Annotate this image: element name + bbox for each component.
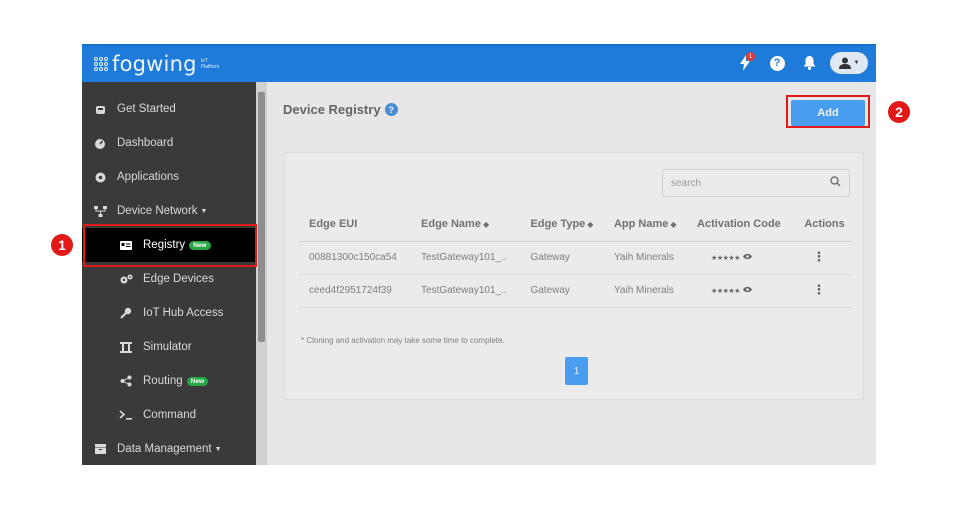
table-header-row: Edge EUI Edge Name ◆ Edge Type ◆ App Name ◆… bbox=[299, 207, 852, 242]
top-bar: fogwing IoT Platform 1 ? ▼ bbox=[82, 44, 876, 82]
cell-activation-code: ★★★★★ bbox=[687, 241, 795, 275]
annotation-marker-2: 2 bbox=[888, 101, 910, 123]
user-avatar-menu[interactable]: ▼ bbox=[830, 52, 868, 74]
sidebar: Get Started Dashboard Applications Devic… bbox=[82, 82, 256, 465]
key-icon bbox=[119, 306, 133, 320]
sidebar-item-command[interactable]: Command bbox=[82, 398, 256, 432]
dashboard-icon bbox=[93, 136, 107, 150]
masked-code: ★★★★★ bbox=[711, 255, 740, 262]
sidebar-item-iot-hub-access[interactable]: IoT Hub Access bbox=[82, 296, 256, 330]
chevron-down-icon: ▼ bbox=[853, 60, 860, 66]
logo-subtitle: IoT Platform bbox=[200, 58, 220, 70]
terminal-icon bbox=[119, 408, 133, 422]
id-card-icon bbox=[119, 238, 133, 252]
sidebar-item-label: Get Started bbox=[117, 103, 176, 115]
pagination-page-button[interactable]: 1 bbox=[565, 357, 588, 385]
column-header-edge-eui: Edge EUI bbox=[299, 207, 412, 242]
cell-edge-type: Gateway bbox=[520, 274, 604, 308]
sidebar-item-label: Command bbox=[143, 409, 197, 421]
bell-icon[interactable] bbox=[798, 52, 820, 74]
alerts-icon[interactable]: 1 bbox=[734, 52, 756, 74]
share-icon bbox=[119, 374, 133, 388]
cell-edge-type: Gateway bbox=[520, 241, 604, 275]
registry-card: Edge EUI Edge Name◆ Edge Type◆ App Name◆… bbox=[284, 152, 864, 400]
sidebar-item-edge-devices[interactable]: Edge Devices bbox=[82, 262, 256, 296]
registry-table: Edge EUI Edge Name ◆ Edge Type ◆ App Name ◆… bbox=[299, 207, 852, 308]
column-header-app-name[interactable]: App Name ◆ bbox=[603, 207, 688, 242]
cell-actions: ⋮ bbox=[794, 241, 852, 275]
network-icon bbox=[93, 204, 107, 218]
sidebar-item-get-started[interactable]: Get Started bbox=[82, 92, 256, 126]
new-badge: New bbox=[189, 240, 211, 250]
more-vertical-icon[interactable]: ⋮ bbox=[812, 283, 825, 296]
cell-edge-name: TestGateway101_.. bbox=[411, 274, 521, 308]
sidebar-item-registry[interactable]: Registry New bbox=[82, 228, 256, 262]
search-box bbox=[662, 169, 850, 197]
logo-text: fogwing bbox=[112, 52, 197, 76]
sidebar-item-simulator[interactable]: Simulator bbox=[82, 330, 256, 364]
page-title-text: Device Registry bbox=[283, 102, 381, 117]
cell-edge-name: TestGateway101_.. bbox=[411, 241, 521, 275]
column-header-activation-code: Activation Code bbox=[687, 207, 795, 242]
cell-app-name: Yaih Minerals bbox=[603, 241, 688, 275]
table-row[interactable]: 00881300c150ca54 TestGateway101_.. Gatew… bbox=[299, 241, 852, 275]
eye-icon[interactable] bbox=[742, 252, 752, 263]
sidebar-item-label: Applications bbox=[117, 171, 180, 183]
sidebar-item-data-management[interactable]: Data Management ▼ bbox=[82, 432, 256, 465]
caret-down-icon: ▼ bbox=[214, 445, 222, 453]
applications-icon bbox=[93, 170, 107, 184]
gears-icon bbox=[119, 272, 133, 286]
sort-icon[interactable]: ◆ bbox=[483, 220, 489, 229]
header-actions: 1 ? ▼ bbox=[734, 52, 868, 74]
help-icon[interactable]: ? bbox=[766, 52, 788, 74]
sidebar-item-label: Dashboard bbox=[117, 137, 174, 149]
user-icon bbox=[838, 57, 851, 69]
sidebar-item-label: IoT Hub Access bbox=[143, 307, 224, 319]
sidebar-item-routing[interactable]: Routing New bbox=[82, 364, 256, 398]
page-title: Device Registry ? bbox=[283, 102, 398, 117]
masked-code: ★★★★★ bbox=[711, 288, 740, 295]
sidebar-item-label: Routing bbox=[143, 375, 183, 387]
sidebar-item-device-network[interactable]: Device Network ▼ bbox=[82, 194, 256, 228]
cell-app-name: Yaih Minerals bbox=[603, 274, 688, 308]
search-input[interactable] bbox=[671, 177, 830, 189]
table-row[interactable]: ceed4f2951724f39 TestGateway101_.. Gatew… bbox=[299, 274, 852, 308]
main-content: Device Registry ? Add Edge EUI Edge Name… bbox=[267, 82, 876, 465]
new-badge: New bbox=[186, 376, 209, 386]
cell-activation-code: ★★★★★ bbox=[687, 274, 795, 308]
column-header-actions: Actions bbox=[794, 207, 852, 242]
annotation-marker-1: 1 bbox=[51, 234, 73, 256]
help-icon[interactable]: ? bbox=[384, 103, 398, 116]
eye-icon[interactable] bbox=[742, 285, 752, 296]
notification-badge: 1 bbox=[746, 52, 755, 61]
column-header-edge-name[interactable]: Edge Name ◆ bbox=[411, 207, 521, 242]
add-button[interactable]: Add bbox=[791, 100, 865, 126]
rocket-icon bbox=[93, 102, 107, 116]
more-vertical-icon[interactable]: ⋮ bbox=[812, 250, 825, 263]
cell-edge-eui: 00881300c150ca54 bbox=[299, 241, 412, 275]
sort-icon[interactable]: ◆ bbox=[670, 220, 676, 229]
fogwing-logo[interactable]: fogwing IoT Platform bbox=[94, 52, 223, 76]
logo-dots-icon bbox=[94, 57, 108, 71]
cell-edge-eui: ceed4f2951724f39 bbox=[299, 274, 412, 308]
column-header-edge-type[interactable]: Edge Type ◆ bbox=[520, 207, 604, 242]
info-note: * Cloning and activation may take some t… bbox=[301, 336, 505, 345]
scrollbar-thumb[interactable] bbox=[258, 92, 265, 342]
sort-icon[interactable]: ◆ bbox=[587, 220, 593, 229]
database-icon bbox=[93, 442, 107, 456]
sidebar-item-label: Simulator bbox=[143, 341, 192, 353]
sidebar-scrollbar[interactable] bbox=[256, 82, 267, 465]
sidebar-item-dashboard[interactable]: Dashboard bbox=[82, 126, 256, 160]
sidebar-item-label: Registry bbox=[143, 239, 186, 251]
app-frame: fogwing IoT Platform 1 ? ▼ Get Started D… bbox=[82, 44, 876, 465]
sidebar-item-label: Data Management bbox=[117, 443, 212, 455]
sidebar-item-applications[interactable]: Applications bbox=[82, 160, 256, 194]
sidebar-item-label: Device Network bbox=[117, 205, 198, 217]
search-icon[interactable] bbox=[830, 174, 841, 192]
simulator-icon bbox=[119, 340, 133, 354]
sidebar-item-label: Edge Devices bbox=[143, 273, 214, 285]
caret-down-icon: ▼ bbox=[200, 207, 208, 215]
cell-actions: ⋮ bbox=[794, 274, 852, 308]
